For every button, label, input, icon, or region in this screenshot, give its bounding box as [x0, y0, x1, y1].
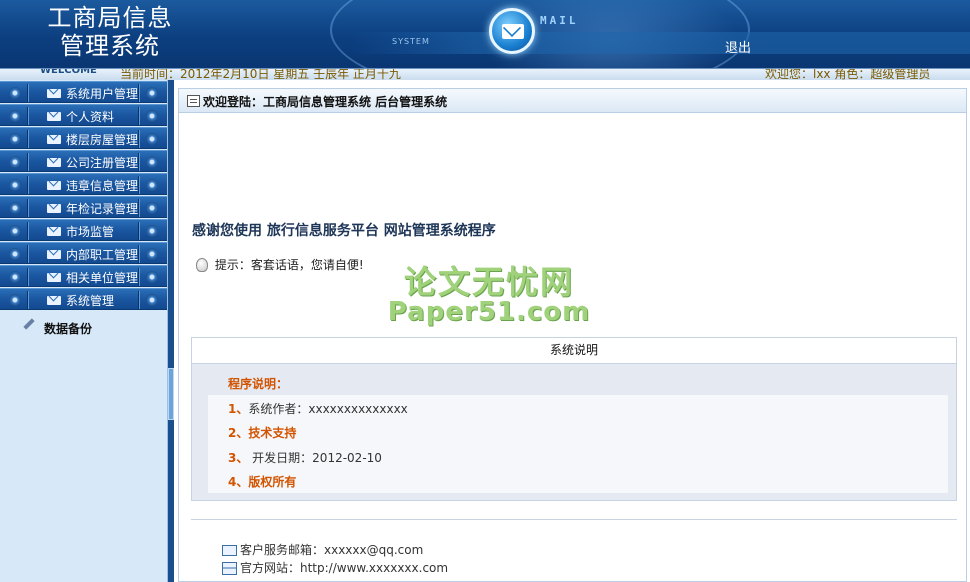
contact-email-text: 客户服务邮箱：xxxxxx@qq.com: [240, 543, 424, 557]
sidebar-item-market-supervision[interactable]: 市场监管: [0, 219, 167, 241]
sidebar-item-annual-inspection[interactable]: 年检记录管理: [0, 196, 167, 218]
sidebar-item-profile[interactable]: 个人资料: [0, 104, 167, 126]
list-item: 1、系统作者：xxxxxxxxxxxxxx: [228, 402, 408, 416]
mail-icon: [47, 296, 61, 305]
bullet-icon: [9, 156, 21, 168]
sidebar-item-system-users[interactable]: 系统用户管理: [0, 81, 167, 103]
bullet-icon: [9, 271, 21, 283]
system-label: SYSTEM: [392, 37, 430, 46]
bullet-icon: [146, 202, 158, 214]
watermark-line1: 论文无忧网: [403, 263, 574, 301]
sidebar-item-label: 个人资料: [66, 110, 115, 124]
mail-icon: [47, 250, 61, 259]
sidebar: 系统用户管理 个人资料 楼层房屋管理 公司注册管理 违章信息管理 年检记录管理 …: [0, 80, 168, 582]
lightbulb-icon: [196, 257, 208, 272]
mail-icon: [47, 89, 61, 98]
top-banner: 工商局信息 管理系统 SYSTEM MAIL 退出: [0, 0, 970, 68]
sidebar-item-staff[interactable]: 内部职工管理: [0, 242, 167, 264]
sidebar-item-label: 公司注册管理: [66, 156, 139, 170]
tip-text: 提示：客套话语，您请自便!: [214, 258, 364, 272]
bullet-icon: [9, 87, 21, 99]
sidebar-item-label: 相关单位管理: [66, 271, 139, 285]
mail-icon: [47, 227, 61, 236]
main-content: 欢迎登陆：工商局信息管理系统 后台管理系统 感谢您使用 旅行信息服务平台 网站管…: [174, 80, 970, 582]
bullet-icon: [9, 179, 21, 191]
bullet-icon: [146, 87, 158, 99]
bullet-icon: [146, 133, 158, 145]
logout-button[interactable]: 退出: [725, 37, 751, 56]
sidebar-item-company-registration[interactable]: 公司注册管理: [0, 150, 167, 172]
sidebar-item-label: 系统管理: [66, 294, 115, 308]
tip-line: 提示：客套话语，您请自便!: [196, 256, 364, 273]
mail-icon: [47, 273, 61, 282]
divider: [191, 519, 957, 520]
list-item: 2、技术支持: [228, 426, 297, 440]
document-icon: [187, 95, 200, 107]
sidebar-item-label: 市场监管: [66, 225, 115, 239]
list-item: 4、版权所有: [228, 475, 297, 489]
bullet-icon: [9, 225, 21, 237]
system-description-title: 系统说明: [549, 343, 598, 357]
bullet-icon: [9, 133, 21, 145]
welcome-title: 欢迎登陆：工商局信息管理系统 后台管理系统: [203, 95, 448, 109]
system-description-header: 系统说明: [192, 338, 956, 364]
bullet-icon: [9, 202, 21, 214]
bullet-icon: [9, 294, 21, 306]
contact-website-text: 官方网站：http://www.xxxxxxx.com: [240, 561, 449, 575]
sidebar-item-label: 系统用户管理: [66, 87, 139, 101]
bullet-icon: [146, 248, 158, 260]
thanks-heading: 感谢您使用 旅行信息服务平台 网站管理系统程序: [192, 223, 496, 239]
mail-icon: [47, 112, 61, 121]
banner-band-decoration: [350, 32, 970, 54]
mail-icon: [47, 158, 61, 167]
sidebar-item-label: 年检记录管理: [66, 202, 139, 216]
status-bar: WELCOME 当前时间：2012年2月10日 星期五 壬辰年 正月十九 欢迎您…: [0, 68, 970, 80]
current-user-text: 欢迎您：lxx 角色：超级管理员: [765, 68, 931, 80]
description-list: 1、系统作者：xxxxxxxxxxxxxx 2、技术支持 3、 开发日期：201…: [208, 395, 948, 493]
contact-website: 官方网站：http://www.xxxxxxx.com: [222, 559, 448, 576]
welcome-bar: 欢迎登陆：工商局信息管理系统 后台管理系统: [179, 89, 966, 113]
sidebar-subitem-data-backup[interactable]: 数据备份: [0, 316, 167, 338]
app-title-line1: 工商局信息: [47, 4, 173, 32]
sidebar-item-label: 违章信息管理: [66, 179, 139, 193]
sidebar-item-violations[interactable]: 违章信息管理: [0, 173, 167, 195]
mail-icon: [47, 181, 61, 190]
sidebar-item-floor-housing[interactable]: 楼层房屋管理: [0, 127, 167, 149]
sidebar-item-related-units[interactable]: 相关单位管理: [0, 265, 167, 287]
sidebar-subitem-label: 数据备份: [44, 322, 93, 336]
content-panel: 欢迎登陆：工商局信息管理系统 后台管理系统 感谢您使用 旅行信息服务平台 网站管…: [178, 88, 967, 582]
list-item: 3、 开发日期：2012-02-10: [228, 451, 382, 465]
phone-icon: [222, 562, 237, 575]
bullet-icon: [146, 156, 158, 168]
sidebar-item-label: 内部职工管理: [66, 248, 139, 262]
bullet-icon: [146, 225, 158, 237]
bullet-icon: [9, 248, 21, 260]
sidebar-item-system-management[interactable]: 系统管理: [0, 288, 167, 310]
app-title-line2: 管理系统: [60, 32, 160, 60]
pencil-icon: [23, 318, 35, 330]
app-title: 工商局信息 管理系统: [40, 4, 180, 60]
bullet-icon: [146, 294, 158, 306]
bullet-icon: [146, 271, 158, 283]
welcome-label: WELCOME: [40, 68, 97, 76]
bullet-icon: [146, 110, 158, 122]
mail-icon: [222, 545, 237, 556]
bullet-icon: [146, 179, 158, 191]
current-time-text: 当前时间：2012年2月10日 星期五 壬辰年 正月十九: [120, 68, 401, 80]
envelope-icon: [502, 24, 524, 39]
watermark: 论文无忧网 Paper51.com: [384, 257, 594, 327]
mail-logo-text: MAIL: [540, 14, 579, 27]
watermark-line2: Paper51.com: [387, 297, 591, 327]
mail-logo-icon: [489, 8, 535, 54]
sidebar-item-label: 楼层房屋管理: [66, 133, 139, 147]
program-description-title: 程序说明：: [228, 377, 289, 391]
bullet-icon: [9, 110, 21, 122]
contact-email: 客户服务邮箱：xxxxxx@qq.com: [222, 541, 423, 558]
mail-icon: [47, 204, 61, 213]
mail-icon: [47, 135, 61, 144]
system-description-box: 系统说明 程序说明： 1、系统作者：xxxxxxxxxxxxxx 2、技术支持 …: [191, 337, 957, 501]
